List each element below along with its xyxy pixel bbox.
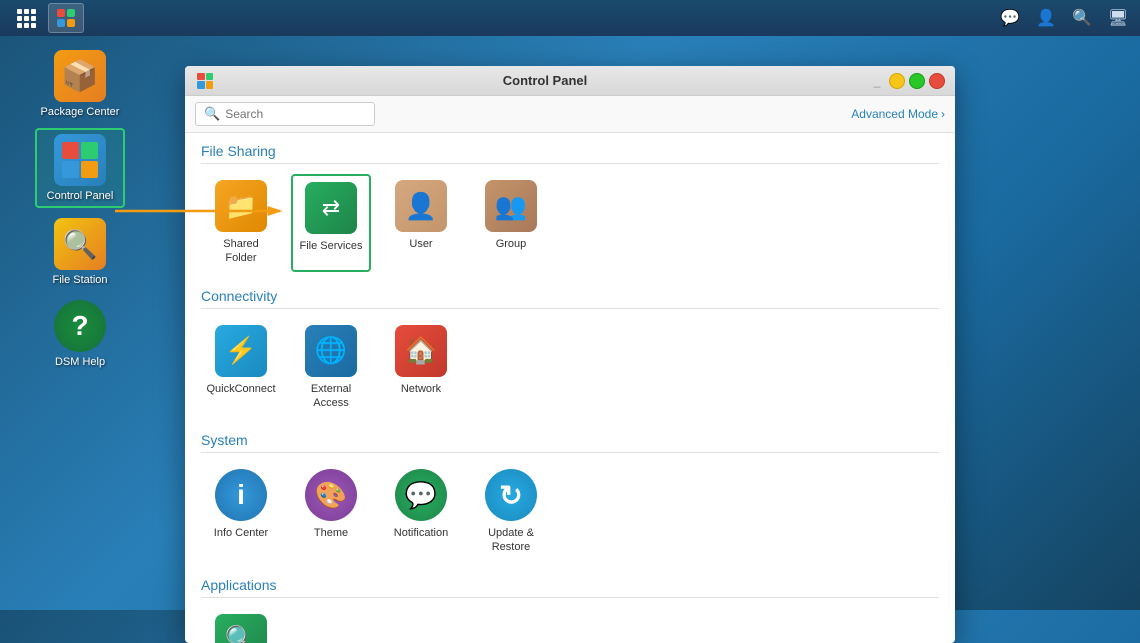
window-close-btn[interactable] [929,73,945,89]
grid-icon [17,9,36,28]
window-minimize-btn[interactable] [889,73,905,89]
quickconnect-label: QuickConnect [206,382,275,396]
section-title-system: System [201,432,939,453]
window-maximize-btn[interactable] [909,73,925,89]
search-icon[interactable]: 🔍 [1068,4,1096,32]
item-info-center[interactable]: Info Center [201,463,281,561]
user-icon-cp [395,180,447,232]
minimize-button[interactable]: _ [869,73,885,89]
desktop-icon-dsm-help[interactable]: DSM Help [35,296,125,372]
item-notification[interactable]: Notification [381,463,461,561]
item-external-access[interactable]: External Access [291,319,371,417]
desktop: Package Center Control Panel File Statio… [0,36,160,610]
theme-icon [305,469,357,521]
update-label: Update &Restore [488,526,534,555]
search-box[interactable]: 🔍 [195,102,375,126]
shared-folder-label: SharedFolder [223,237,258,266]
grid-menu-button[interactable] [8,3,44,33]
file-sharing-grid: SharedFolder ⇄ File Services User Group [201,174,939,272]
update-icon [485,469,537,521]
advanced-mode-label: Advanced Mode [851,107,938,121]
group-label: Group [496,237,527,251]
infocenter-label: Info Center [214,526,268,540]
window-titlebar: Control Panel _ [185,66,955,96]
network-icon [395,325,447,377]
taskbar-right: 💬 👤 🔍 🖥 [996,4,1132,32]
search-icon-cp: 🔍 [204,106,220,122]
item-indexing-service[interactable]: IndexingService [201,608,281,643]
item-theme[interactable]: Theme [291,463,371,561]
theme-label: Theme [314,526,348,540]
search-input[interactable] [225,107,365,121]
window-content: File Sharing SharedFolder ⇄ File Service… [185,133,955,643]
advanced-mode-button[interactable]: Advanced Mode › [851,107,945,121]
item-user[interactable]: User [381,174,461,272]
network-label: Network [401,382,441,396]
window-title: Control Panel [221,73,869,88]
group-icon [485,180,537,232]
file-services-icon: ⇄ [305,182,357,234]
user-icon[interactable]: 👤 [1032,4,1060,32]
display-icon[interactable]: 🖥 [1104,4,1132,32]
quickconnect-icon [215,325,267,377]
indexing-icon [215,614,267,643]
window-app-icon [195,71,215,91]
section-title-applications: Applications [201,577,939,598]
package-center-label: Package Center [41,106,120,118]
advanced-mode-chevron: › [941,107,945,121]
dsm-help-icon [54,300,106,352]
control-panel-window: Control Panel _ 🔍 Advanced Mode › File S… [185,66,955,643]
desktop-icon-package-center[interactable]: Package Center [35,46,125,122]
file-station-label: File Station [52,274,107,286]
external-access-label: External Access [297,382,365,411]
package-center-icon [54,50,106,102]
item-quickconnect[interactable]: QuickConnect [201,319,281,417]
infocenter-icon [215,469,267,521]
taskbar-left [8,3,84,33]
applications-grid: IndexingService [201,608,939,643]
section-title-file-sharing: File Sharing [201,143,939,164]
window-toolbar: 🔍 Advanced Mode › [185,96,955,133]
message-icon[interactable]: 💬 [996,4,1024,32]
arrow-indicator [110,196,290,231]
external-access-icon [305,325,357,377]
notification-icon [395,469,447,521]
control-panel-taskbar-button[interactable] [48,3,84,33]
control-panel-label: Control Panel [47,190,114,202]
section-title-connectivity: Connectivity [201,288,939,309]
taskbar: 💬 👤 🔍 🖥 [0,0,1140,36]
item-network[interactable]: Network [381,319,461,417]
item-update-restore[interactable]: Update &Restore [471,463,551,561]
user-label: User [409,237,432,251]
file-services-label: File Services [300,239,363,253]
dsm-help-label: DSM Help [55,356,105,368]
item-file-services[interactable]: ⇄ File Services [291,174,371,272]
window-controls: _ [869,73,945,89]
notification-label: Notification [394,526,448,540]
file-station-icon [54,218,106,270]
item-group[interactable]: Group [471,174,551,272]
system-grid: Info Center Theme Notification Update &R… [201,463,939,561]
connectivity-grid: QuickConnect External Access Network [201,319,939,417]
control-panel-icon [54,134,106,186]
